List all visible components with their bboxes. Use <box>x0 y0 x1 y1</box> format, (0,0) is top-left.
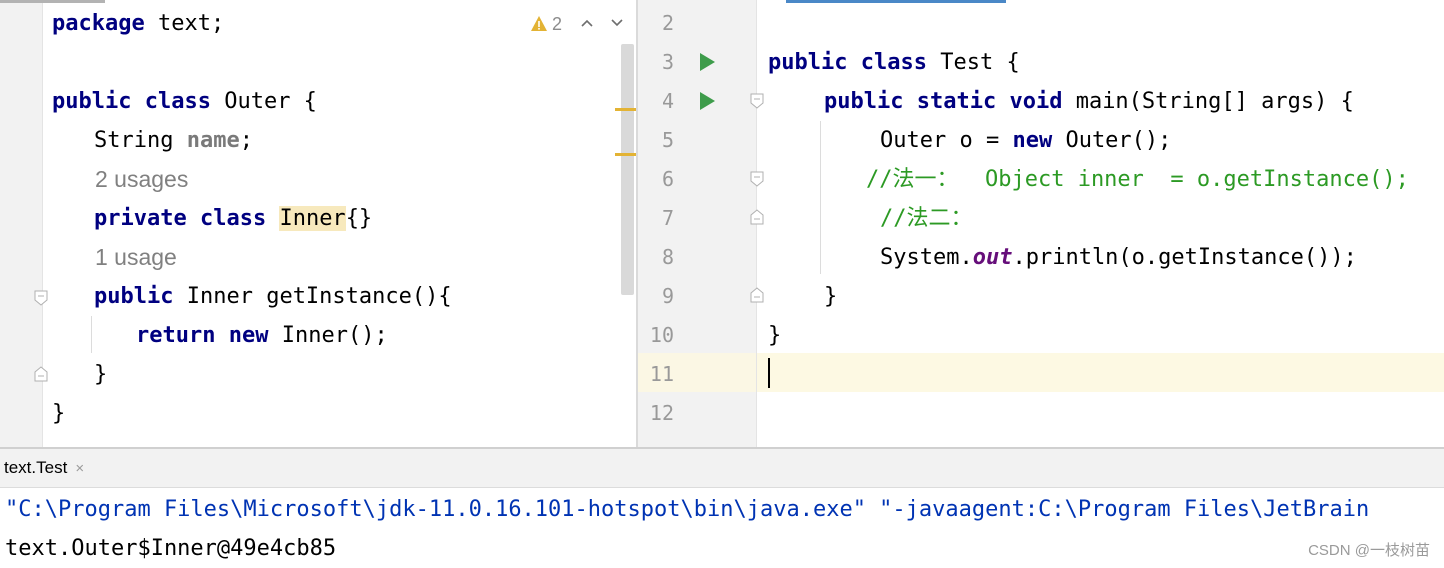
line-number: 6 <box>661 167 674 191</box>
line-number: 10 <box>649 323 674 347</box>
active-tab-indicator <box>786 0 1006 3</box>
run-gutter-icon[interactable] <box>700 92 715 110</box>
line-number: 12 <box>649 401 674 425</box>
warning-stripe-marker[interactable] <box>615 153 636 156</box>
usages-hint[interactable]: 2 usages <box>95 160 188 199</box>
code-line: public class Outer { <box>52 89 317 114</box>
warning-count: 2 <box>552 13 563 34</box>
warning-stripe-marker[interactable] <box>615 108 636 111</box>
usages-hint[interactable]: 1 usage <box>95 238 177 277</box>
fold-open-icon[interactable] <box>34 290 48 306</box>
line-number: 2 <box>661 11 674 35</box>
line-number: 5 <box>661 128 674 152</box>
line-number: 11 <box>649 362 674 386</box>
inspection-widget[interactable]: 2 <box>530 12 562 36</box>
console-command-line: "C:\Program Files\Microsoft\jdk-11.0.16.… <box>5 497 1370 522</box>
left-tab-indicator <box>0 0 105 3</box>
close-icon[interactable]: × <box>75 460 84 477</box>
code-line: System.out.println(o.getInstance()); <box>880 245 1357 270</box>
run-gutter-icon[interactable] <box>700 53 715 71</box>
chevron-down-icon[interactable] <box>608 13 626 33</box>
right-editor[interactable]: 2 3 4 5 6 7 8 9 10 11 12 public class Te… <box>638 0 1444 447</box>
code-line: public Inner getInstance(){ <box>94 284 452 309</box>
code-line: public class Test { <box>768 50 1020 75</box>
code-line: package text; <box>52 11 225 36</box>
warning-triangle-icon <box>531 16 547 31</box>
line-number: 7 <box>661 206 674 230</box>
run-tab-label: text.Test <box>4 458 68 477</box>
console-output-line: text.Outer$Inner@49e4cb85 <box>5 536 337 561</box>
run-console[interactable]: "C:\Program Files\Microsoft\jdk-11.0.16.… <box>0 488 1444 566</box>
code-line: String name; <box>94 128 253 153</box>
code-line: public static void main(String[] args) { <box>824 89 1354 114</box>
fold-close-icon[interactable] <box>750 209 764 225</box>
code-comment: //法一： Object inner = o.getInstance(); <box>866 167 1409 192</box>
run-tab-bar: text.Test × <box>0 449 1444 488</box>
code-line: return new Inner(); <box>136 323 388 348</box>
code-line: } <box>52 401 66 426</box>
code-line: Outer o = new Outer(); <box>880 128 1172 153</box>
fold-open-icon[interactable] <box>750 171 764 187</box>
fold-close-icon[interactable] <box>750 287 764 303</box>
watermark: CSDN @一枝树苗 <box>1308 542 1430 559</box>
vertical-scrollbar[interactable] <box>621 44 634 295</box>
code-comment: //法二： <box>880 206 973 231</box>
indent-guide <box>820 121 821 274</box>
line-number: 3 <box>661 50 674 74</box>
indent-guide <box>91 316 92 353</box>
chevron-up-icon[interactable] <box>578 13 596 33</box>
fold-close-icon[interactable] <box>34 366 48 382</box>
text-caret <box>768 358 770 388</box>
line-number: 9 <box>661 284 674 308</box>
left-editor[interactable]: package text; public class Outer { Strin… <box>0 0 636 447</box>
line-number: 4 <box>661 89 674 113</box>
fold-open-icon[interactable] <box>750 93 764 109</box>
code-line: } <box>824 284 838 309</box>
code-line: private class Inner{} <box>94 206 373 231</box>
code-line: } <box>94 362 108 387</box>
current-line-highlight <box>757 353 1444 392</box>
run-tab[interactable]: text.Test × <box>0 449 90 487</box>
line-number: 8 <box>661 245 674 269</box>
code-line: } <box>768 323 782 348</box>
